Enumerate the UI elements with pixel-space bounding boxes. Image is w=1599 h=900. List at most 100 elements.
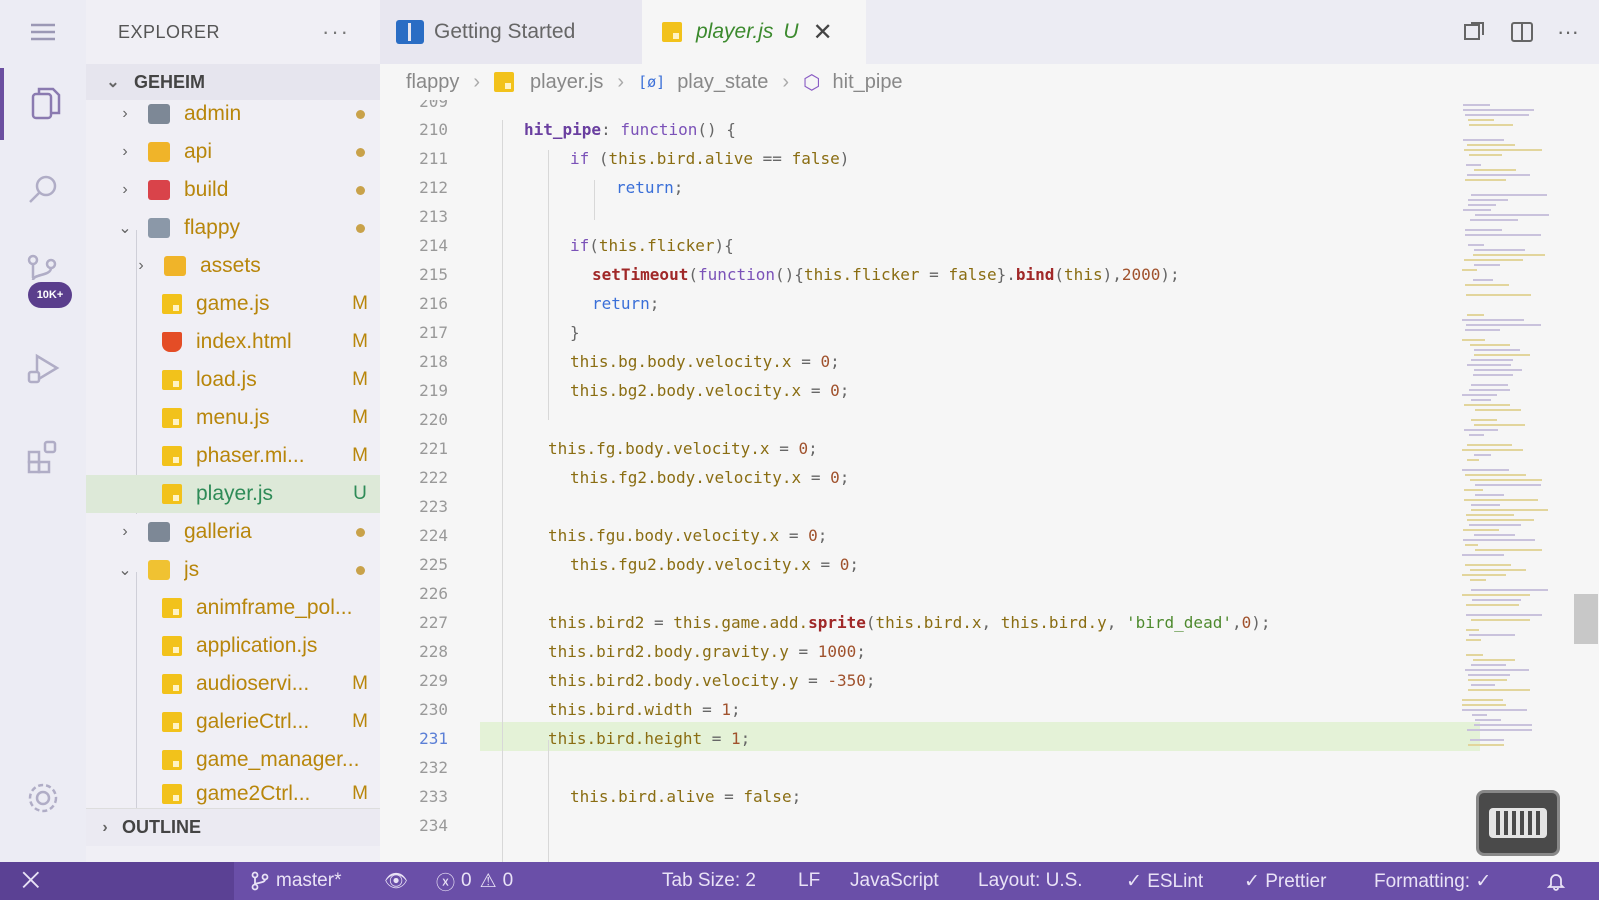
explorer-icon[interactable] bbox=[0, 68, 86, 140]
code-line: this.fg.body.velocity.x = 0; bbox=[548, 439, 818, 458]
language-mode[interactable]: JavaScript bbox=[850, 862, 939, 900]
minimap-line bbox=[1470, 479, 1542, 481]
tree-folder-assets[interactable]: › assets bbox=[86, 247, 380, 285]
minimap-line bbox=[1474, 369, 1522, 371]
problems-indicator[interactable]: ⓧ 0 ⚠ 0 bbox=[436, 862, 513, 900]
breadcrumb-symbol[interactable]: play_state bbox=[677, 71, 768, 94]
minimap-line bbox=[1473, 254, 1545, 256]
tree-file-application-js[interactable]: application.js bbox=[86, 627, 380, 665]
eslint-status[interactable]: ✓ ESLint bbox=[1126, 862, 1203, 900]
minimap-line bbox=[1465, 234, 1541, 236]
minimap-line bbox=[1462, 594, 1530, 596]
menu-icon[interactable] bbox=[0, 0, 86, 64]
line-number: 228 bbox=[419, 642, 448, 661]
tree-file-index-html[interactable]: index.html M bbox=[86, 323, 380, 361]
tree-folder-build[interactable]: › build bbox=[86, 171, 380, 209]
tree-item-label: load.js bbox=[196, 368, 257, 391]
breadcrumb-method[interactable]: hit_pipe bbox=[833, 71, 903, 94]
split-editor-icon[interactable] bbox=[1509, 19, 1535, 45]
outline-section-header[interactable]: › OUTLINE bbox=[86, 808, 380, 846]
minimap[interactable] bbox=[1458, 100, 1598, 862]
more-actions-icon[interactable]: ··· bbox=[322, 19, 350, 45]
warning-icon: ⚠ bbox=[479, 870, 497, 892]
tree-file-game-manager[interactable]: game_manager... bbox=[86, 741, 380, 779]
tree-file-galeriectrl[interactable]: galerieCtrl... M bbox=[86, 703, 380, 741]
minimap-line bbox=[1473, 374, 1513, 376]
tree-file-load-js[interactable]: load.js M bbox=[86, 361, 380, 399]
minimap-line bbox=[1468, 674, 1510, 676]
git-status-badge: M bbox=[352, 711, 368, 732]
indent-guide bbox=[548, 150, 549, 420]
minimap-line bbox=[1468, 119, 1494, 121]
minimap-line bbox=[1473, 659, 1515, 661]
chevron-down-icon: ⌄ bbox=[106, 74, 120, 91]
minimap-line bbox=[1472, 599, 1521, 601]
scrollbar-thumb[interactable] bbox=[1574, 594, 1598, 644]
close-icon[interactable]: ✕ bbox=[813, 18, 833, 47]
tree-folder-galleria[interactable]: › galleria bbox=[86, 513, 380, 551]
search-icon[interactable] bbox=[0, 154, 86, 226]
formatting-status[interactable]: Formatting: ✓ bbox=[1374, 862, 1491, 900]
minimap-line bbox=[1475, 549, 1542, 551]
minimap-line bbox=[1467, 314, 1484, 316]
eye-icon[interactable]: 👁 bbox=[384, 862, 408, 900]
prettier-status[interactable]: ✓ Prettier bbox=[1244, 862, 1326, 900]
git-status-badge: M bbox=[352, 673, 368, 694]
js-file-icon bbox=[162, 446, 182, 466]
run-debug-icon[interactable] bbox=[0, 332, 86, 404]
tree-file-animframe-polyfill[interactable]: animframe_pol... bbox=[86, 589, 380, 627]
minimap-line bbox=[1464, 489, 1483, 491]
eol-indicator[interactable]: LF bbox=[798, 862, 820, 900]
minimap-line bbox=[1473, 279, 1493, 281]
branch-indicator[interactable]: master* bbox=[250, 862, 341, 900]
tree-folder-js[interactable]: ⌄ js bbox=[86, 551, 380, 589]
remote-indicator[interactable]: ⨉ bbox=[0, 862, 234, 900]
line-number: 221 bbox=[419, 439, 448, 458]
tree-file-game2ctrl[interactable]: game2Ctrl... M bbox=[86, 779, 380, 809]
tree-file-audioservice[interactable]: audioservi... M bbox=[86, 665, 380, 703]
explorer-title: EXPLORER bbox=[118, 21, 221, 42]
tab-size-indicator[interactable]: Tab Size: 2 bbox=[662, 862, 756, 900]
modified-dot bbox=[340, 103, 380, 125]
code-line: } bbox=[570, 323, 580, 342]
minimap-line bbox=[1470, 569, 1526, 571]
line-number: 216 bbox=[419, 294, 448, 313]
tree-folder-flappy[interactable]: ⌄ flappy bbox=[86, 209, 380, 247]
extensions-icon[interactable] bbox=[0, 420, 86, 492]
minimap-line bbox=[1466, 514, 1514, 516]
error-icon: ⓧ bbox=[436, 872, 456, 894]
notifications-bell-icon[interactable] bbox=[1546, 862, 1566, 900]
git-status-badge: M bbox=[352, 293, 368, 314]
variable-icon: [ø] bbox=[638, 73, 666, 91]
breadcrumb-folder[interactable]: flappy bbox=[406, 71, 459, 94]
line-number: 224 bbox=[419, 526, 448, 545]
minimap-line bbox=[1465, 179, 1506, 181]
tree-file-player-js[interactable]: player.js U bbox=[86, 475, 380, 513]
tree-item-label: game2Ctrl... bbox=[196, 782, 311, 805]
minimap-line bbox=[1471, 509, 1548, 511]
code-editor[interactable]: 209 210 211 212 213 214 215 216 217 218 … bbox=[380, 100, 1599, 862]
keyboard-layout[interactable]: Layout: U.S. bbox=[978, 862, 1083, 900]
open-changes-icon[interactable] bbox=[1461, 19, 1487, 45]
git-status-badge: M bbox=[352, 369, 368, 390]
tree-folder-api[interactable]: › api bbox=[86, 133, 380, 171]
folder-icon bbox=[148, 104, 170, 124]
tab-label: Getting Started bbox=[434, 20, 576, 43]
tree-folder-admin[interactable]: › admin bbox=[86, 95, 380, 133]
minimap-line bbox=[1462, 574, 1506, 576]
tree-file-menu-js[interactable]: menu.js M bbox=[86, 399, 380, 437]
minimap-line bbox=[1471, 504, 1500, 506]
tree-file-game-js[interactable]: game.js M bbox=[86, 285, 380, 323]
minimap-line bbox=[1467, 364, 1511, 366]
line-number: 220 bbox=[419, 410, 448, 429]
tree-file-phaser-min-js[interactable]: phaser.mi... M bbox=[86, 437, 380, 475]
breadcrumb-file[interactable]: player.js bbox=[530, 71, 603, 94]
tab-player-js[interactable]: player.js U ✕ bbox=[642, 0, 866, 64]
js-file-icon bbox=[162, 408, 182, 428]
keyboard-icon[interactable] bbox=[1476, 790, 1560, 856]
more-actions-icon[interactable]: ··· bbox=[1557, 19, 1579, 45]
settings-gear-icon[interactable] bbox=[0, 762, 86, 834]
line-number: 225 bbox=[419, 555, 448, 574]
tab-getting-started[interactable]: Getting Started bbox=[380, 0, 642, 64]
folder-icon bbox=[148, 522, 170, 542]
